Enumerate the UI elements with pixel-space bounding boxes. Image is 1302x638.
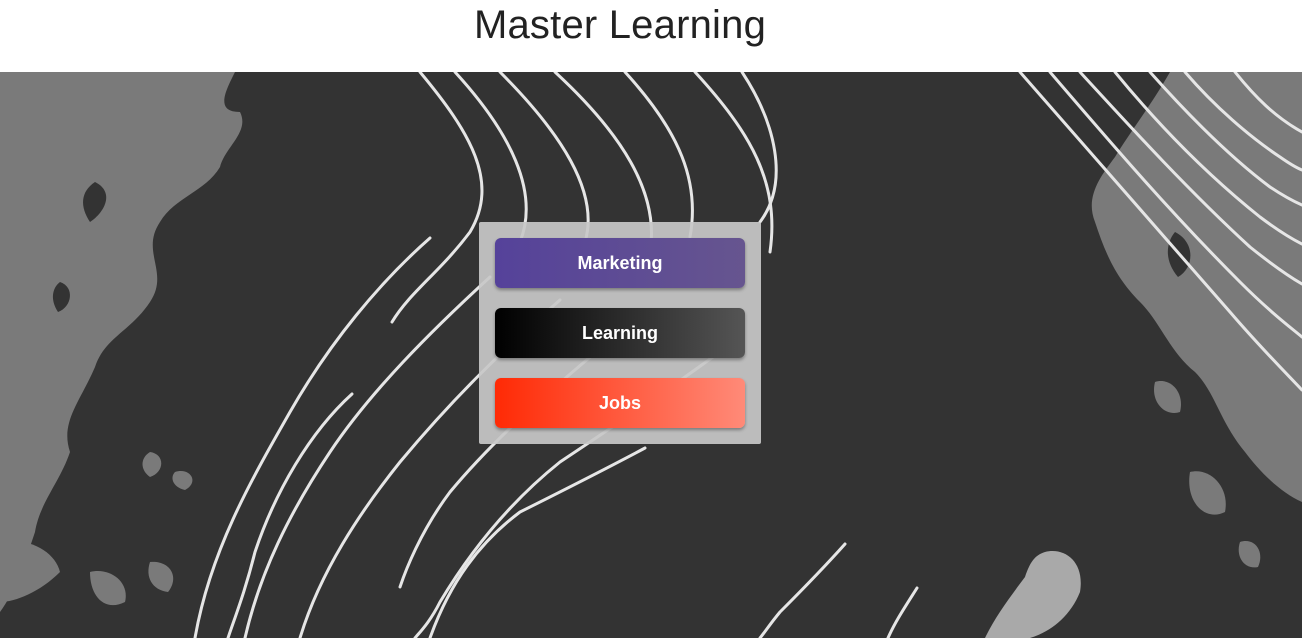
left-landmass [0,72,243,612]
header: Master Learning [0,0,1302,72]
hero-background: Marketing Learning Jobs [0,72,1302,638]
menu-panel: Marketing Learning Jobs [479,222,761,444]
jobs-button[interactable]: Jobs [495,378,745,428]
learning-button[interactable]: Learning [495,308,745,358]
page-title: Master Learning [473,3,767,47]
right-landmass [1091,72,1302,502]
marketing-button[interactable]: Marketing [495,238,745,288]
island [985,551,1081,638]
